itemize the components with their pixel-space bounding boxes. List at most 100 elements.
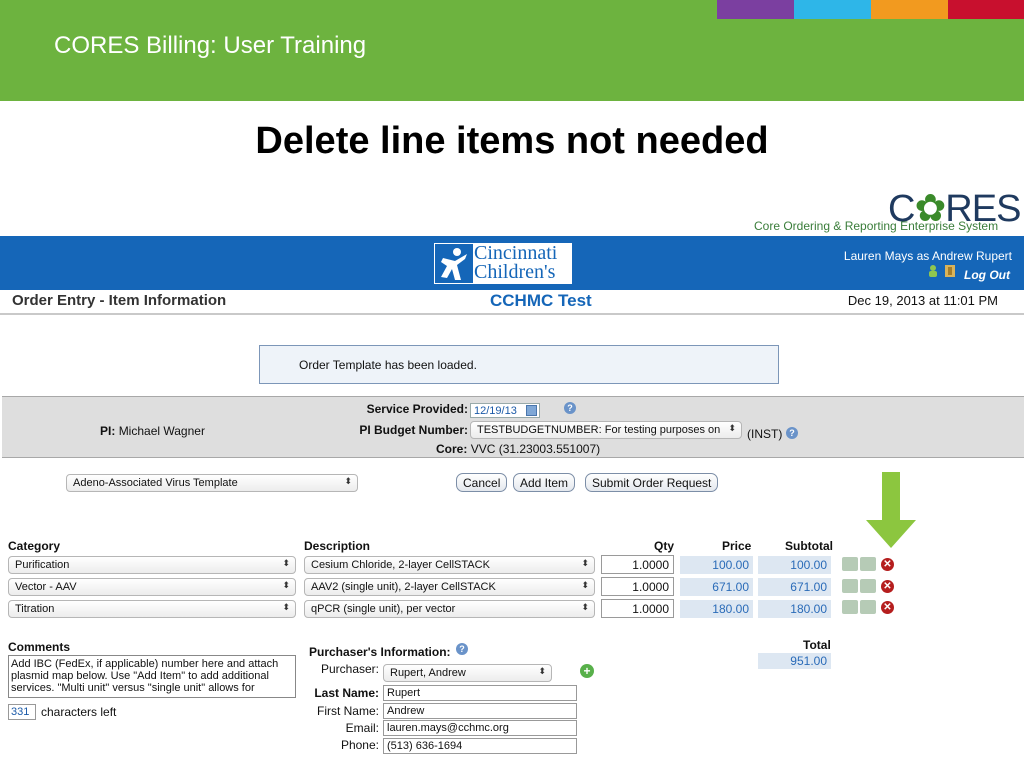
last-name-label: Last Name:	[314, 686, 379, 700]
qty-input[interactable]: 1.0000	[601, 599, 674, 618]
pi-label: PI:	[100, 424, 116, 438]
hospital-figure-icon	[435, 244, 473, 283]
phone-field[interactable]: (513) 636-1694	[383, 738, 577, 754]
qty-input[interactable]: 1.0000	[601, 577, 674, 596]
column-subtotal: Subtotal	[785, 539, 833, 553]
total-value: 951.00	[758, 653, 831, 669]
purchaser-value: Rupert, Andrew	[390, 667, 466, 679]
description-select[interactable]: qPCR (single unit), per vector ⬍	[304, 600, 595, 618]
pi-value: Michael Wagner	[118, 424, 205, 438]
copy-icon[interactable]	[860, 557, 876, 571]
row-actions: ✕	[842, 600, 894, 614]
select-arrows-icon: ⬍	[282, 558, 290, 568]
order-divider	[0, 313, 1024, 315]
cores-tagline: Core Ordering & Reporting Enterprise Sys…	[754, 219, 999, 233]
select-arrows-icon: ⬍	[344, 476, 352, 486]
user-switch-icon[interactable]	[928, 264, 960, 278]
add-item-button[interactable]: Add Item	[513, 473, 576, 492]
category-value: Vector - AAV	[15, 581, 77, 593]
service-date-value: 12/19/13	[474, 405, 517, 417]
delete-icon[interactable]: ✕	[881, 600, 894, 614]
help-icon[interactable]: ?	[456, 643, 468, 655]
cancel-button[interactable]: Cancel	[456, 473, 508, 492]
calendar-icon[interactable]	[526, 405, 537, 416]
last-name-field[interactable]: Rupert	[383, 685, 577, 701]
date-label: Dec 19, 2013 at 11:01 PM	[847, 293, 998, 308]
description-select[interactable]: Cesium Chloride, 2-layer CellSTACK ⬍	[304, 556, 595, 574]
row-actions: ✕	[842, 557, 894, 571]
copy-icon[interactable]	[860, 600, 876, 614]
purchaser-section-label: Purchaser's Information:	[309, 645, 451, 659]
person-icon[interactable]	[842, 557, 858, 571]
budget-number-select[interactable]: TESTBUDGETNUMBER: For testing purposes o…	[470, 421, 742, 439]
select-arrows-icon: ⬍	[282, 580, 290, 590]
description-select[interactable]: AAV2 (single unit), 2-layer CellSTACK ⬍	[304, 578, 595, 596]
person-icon[interactable]	[842, 600, 858, 614]
subtotal-value: 100.00	[758, 556, 831, 574]
core-label: Core:	[436, 442, 468, 456]
submit-order-button[interactable]: Submit Order Request	[585, 473, 719, 492]
green-arrow-icon	[866, 472, 916, 548]
purchaser-select[interactable]: Rupert, Andrew ⬍	[383, 664, 552, 682]
description-value: qPCR (single unit), per vector	[311, 603, 456, 615]
price-value: 671.00	[680, 578, 753, 596]
slide-heading: Delete line items not needed	[255, 120, 769, 162]
category-select[interactable]: Titration ⬍	[8, 600, 296, 618]
comments-label: Comments	[8, 640, 71, 654]
color-bar-red	[948, 0, 1024, 19]
chars-left-label: characters left	[41, 705, 117, 719]
select-arrows-icon: ⬍	[538, 666, 546, 676]
delete-icon[interactable]: ✕	[881, 557, 894, 571]
purchaser-label: Purchaser:	[320, 662, 379, 676]
hospital-name: Cincinnati Children's	[474, 243, 557, 283]
help-icon[interactable]: ?	[786, 427, 798, 439]
color-bar-blue	[794, 0, 871, 19]
description-value: AAV2 (single unit), 2-layer CellSTACK	[311, 581, 496, 593]
column-qty: Qty	[654, 539, 675, 553]
select-arrows-icon: ⬍	[581, 602, 589, 612]
select-arrows-icon: ⬍	[581, 558, 589, 568]
column-description: Description	[304, 539, 371, 553]
help-icon[interactable]: ?	[564, 402, 576, 414]
order-info-section: PI: Michael Wagner Service Provided: 12/…	[2, 396, 1024, 458]
copy-icon[interactable]	[860, 579, 876, 593]
first-name-label: First Name:	[316, 704, 379, 718]
select-arrows-icon: ⬍	[728, 423, 736, 433]
status-message: Order Template has been loaded.	[259, 345, 779, 384]
service-provided-label: Service Provided:	[366, 402, 468, 416]
budget-number-label: PI Budget Number:	[359, 423, 468, 437]
comments-textarea[interactable]: Add IBC (FedEx, if applicable) number he…	[8, 655, 296, 698]
description-value: Cesium Chloride, 2-layer CellSTACK	[311, 559, 490, 571]
logout-link[interactable]: Log Out	[964, 268, 1010, 282]
purchaser-section-text: Purchaser's Information:	[309, 645, 451, 659]
page-title: Order Entry - Item Information	[12, 292, 227, 309]
column-category: Category	[8, 539, 61, 553]
category-select[interactable]: Purification ⬍	[8, 556, 296, 574]
phone-label: Phone:	[340, 738, 379, 752]
template-select[interactable]: Adeno-Associated Virus Template ⬍	[66, 474, 358, 492]
hospital-name-line-2: Children's	[474, 261, 556, 283]
price-value: 100.00	[680, 556, 753, 574]
budget-number-value: TESTBUDGETNUMBER: For testing purposes o…	[477, 424, 721, 436]
category-value: Titration	[15, 603, 55, 615]
qty-input[interactable]: 1.0000	[601, 555, 674, 574]
person-icon[interactable]	[842, 579, 858, 593]
total-label: Total	[803, 638, 831, 652]
chars-left-count: 331	[8, 704, 36, 720]
budget-suffix: (INST)	[747, 427, 783, 441]
category-value: Purification	[15, 559, 70, 571]
environment-label: CCHMC Test	[490, 291, 592, 310]
first-name-field[interactable]: Andrew	[383, 703, 577, 719]
row-actions: ✕	[842, 579, 894, 593]
subtotal-value: 180.00	[758, 600, 831, 618]
user-name: Lauren Mays as Andrew Rupert	[843, 249, 1012, 263]
category-select[interactable]: Vector - AAV ⬍	[8, 578, 296, 596]
email-field[interactable]: lauren.mays@cchmc.org	[383, 720, 577, 736]
add-purchaser-icon[interactable]: +	[580, 664, 594, 678]
logout-icons[interactable]	[928, 264, 960, 283]
price-value: 180.00	[680, 600, 753, 618]
template-select-value: Adeno-Associated Virus Template	[73, 477, 238, 489]
delete-icon[interactable]: ✕	[881, 579, 894, 593]
core-info: Core: VVC (31.23003.551007)	[436, 442, 600, 456]
service-date-field[interactable]: 12/19/13	[470, 403, 540, 418]
